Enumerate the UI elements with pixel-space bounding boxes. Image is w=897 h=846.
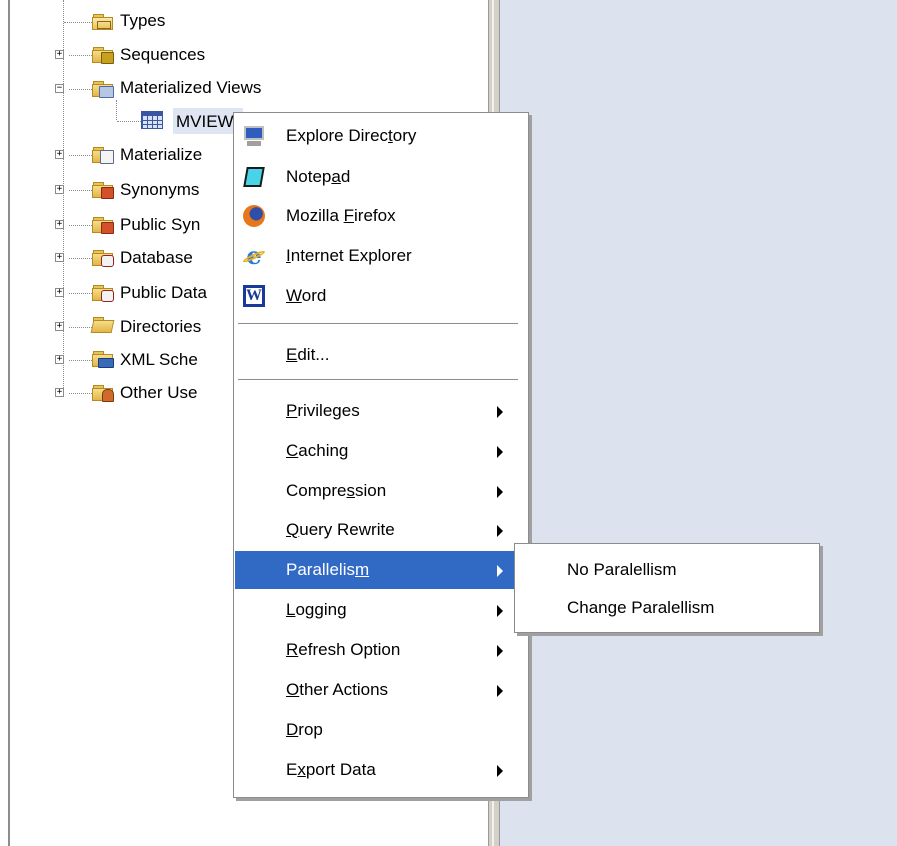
- menu-item-refresh-option[interactable]: Refresh Option: [235, 631, 527, 669]
- menu-item-notepad[interactable]: Notepad: [235, 158, 527, 196]
- types-icon: [92, 13, 114, 31]
- tree-guide-line: [69, 89, 92, 90]
- materialized-view-logs-icon: [92, 146, 114, 164]
- menu-item-caching[interactable]: Caching: [235, 432, 527, 470]
- tree-guide-line: [69, 327, 92, 328]
- tree-guide-line: [69, 393, 92, 394]
- tree-item-other-users[interactable]: Other Use: [120, 383, 197, 403]
- menu-item-parallelism[interactable]: Parallelism: [235, 551, 527, 589]
- submenu-arrow-icon: [497, 406, 503, 418]
- submenu-item-no-paralellism[interactable]: No Paralellism: [516, 551, 818, 589]
- expand-icon[interactable]: +: [55, 150, 64, 159]
- tree-guide-line: [69, 258, 92, 259]
- notepad-icon: [242, 165, 266, 189]
- tree-guide-line: [69, 360, 92, 361]
- database-links-icon: [92, 249, 114, 267]
- expand-icon[interactable]: +: [55, 288, 64, 297]
- tree-item-types[interactable]: Types: [120, 11, 165, 31]
- tree-item-materialized-views[interactable]: Materialized Views: [120, 78, 261, 98]
- tree-guide-line: [69, 225, 92, 226]
- submenu-arrow-icon: [497, 565, 503, 577]
- submenu-arrow-icon: [497, 525, 503, 537]
- editor-area: [500, 0, 897, 846]
- tree-guide-line: [69, 190, 92, 191]
- tree-guide-line: [116, 100, 117, 120]
- tree-item-materialized-view-logs[interactable]: Materialize: [120, 145, 202, 165]
- tree-guide-line: [117, 121, 141, 122]
- public-database-links-icon: [92, 284, 114, 302]
- other-users-icon: [92, 384, 114, 402]
- firefox-icon: [242, 204, 266, 228]
- submenu-arrow-icon: [497, 685, 503, 697]
- tree-guide-line: [69, 293, 92, 294]
- expand-icon[interactable]: +: [55, 322, 64, 331]
- expand-icon[interactable]: +: [55, 388, 64, 397]
- menu-item-word[interactable]: W Word: [235, 277, 527, 315]
- submenu-arrow-icon: [497, 486, 503, 498]
- menu-item-internet-explorer[interactable]: e Internet Explorer: [235, 237, 527, 275]
- explore-directory-icon: [242, 124, 266, 148]
- internet-explorer-icon: e: [242, 244, 266, 268]
- tree-item-xml-schemas[interactable]: XML Sche: [120, 350, 198, 370]
- expand-icon[interactable]: +: [55, 50, 64, 59]
- menu-item-explore-directory[interactable]: Explore Directory: [235, 117, 527, 155]
- tree-item-database-links[interactable]: Database: [120, 248, 193, 268]
- menu-item-export-data[interactable]: Export Data: [235, 751, 527, 789]
- menu-item-edit[interactable]: Edit...: [235, 336, 527, 374]
- xml-schemas-icon: [92, 350, 114, 368]
- tree-item-directories[interactable]: Directories: [120, 317, 201, 337]
- expand-icon[interactable]: +: [55, 355, 64, 364]
- menu-separator: [238, 323, 518, 324]
- menu-item-drop[interactable]: Drop: [235, 711, 527, 749]
- mview-table-icon: [141, 111, 163, 129]
- expand-icon[interactable]: +: [55, 220, 64, 229]
- submenu-item-change-paralellism[interactable]: Change Paralellism: [516, 589, 818, 627]
- menu-item-mozilla-firefox[interactable]: Mozilla Firefox: [235, 197, 527, 235]
- tree-item-sequences[interactable]: Sequences: [120, 45, 205, 65]
- expand-icon[interactable]: +: [55, 253, 64, 262]
- submenu-arrow-icon: [497, 645, 503, 657]
- materialized-views-icon: [92, 80, 114, 98]
- parallelism-submenu: No Paralellism Change Paralellism: [514, 543, 820, 633]
- sequences-icon: [92, 46, 114, 64]
- expand-icon[interactable]: +: [55, 185, 64, 194]
- menu-item-other-actions[interactable]: Other Actions: [235, 671, 527, 709]
- submenu-arrow-icon: [497, 605, 503, 617]
- directories-icon: [90, 316, 115, 334]
- context-menu: Explore Directory Notepad Mozilla Firefo…: [233, 112, 529, 798]
- public-synonyms-icon: [92, 216, 114, 234]
- menu-item-privileges[interactable]: Privileges: [235, 392, 527, 430]
- menu-separator: [238, 379, 518, 380]
- synonyms-icon: [92, 181, 114, 199]
- tree-item-public-database-links[interactable]: Public Data: [120, 283, 207, 303]
- tree-guide-line: [69, 55, 92, 56]
- tree-guide-line: [64, 22, 92, 23]
- tree-guide-line: [69, 155, 92, 156]
- menu-item-compression[interactable]: Compression: [235, 472, 527, 510]
- submenu-arrow-icon: [497, 446, 503, 458]
- tree-item-mview[interactable]: MVIEW: [176, 112, 234, 132]
- word-icon: W: [242, 284, 266, 308]
- menu-item-logging[interactable]: Logging: [235, 591, 527, 629]
- collapse-icon[interactable]: −: [55, 84, 64, 93]
- menu-item-query-rewrite[interactable]: Query Rewrite: [235, 511, 527, 549]
- submenu-arrow-icon: [497, 765, 503, 777]
- tree-item-public-synonyms[interactable]: Public Syn: [120, 215, 200, 235]
- tree-item-synonyms[interactable]: Synonyms: [120, 180, 199, 200]
